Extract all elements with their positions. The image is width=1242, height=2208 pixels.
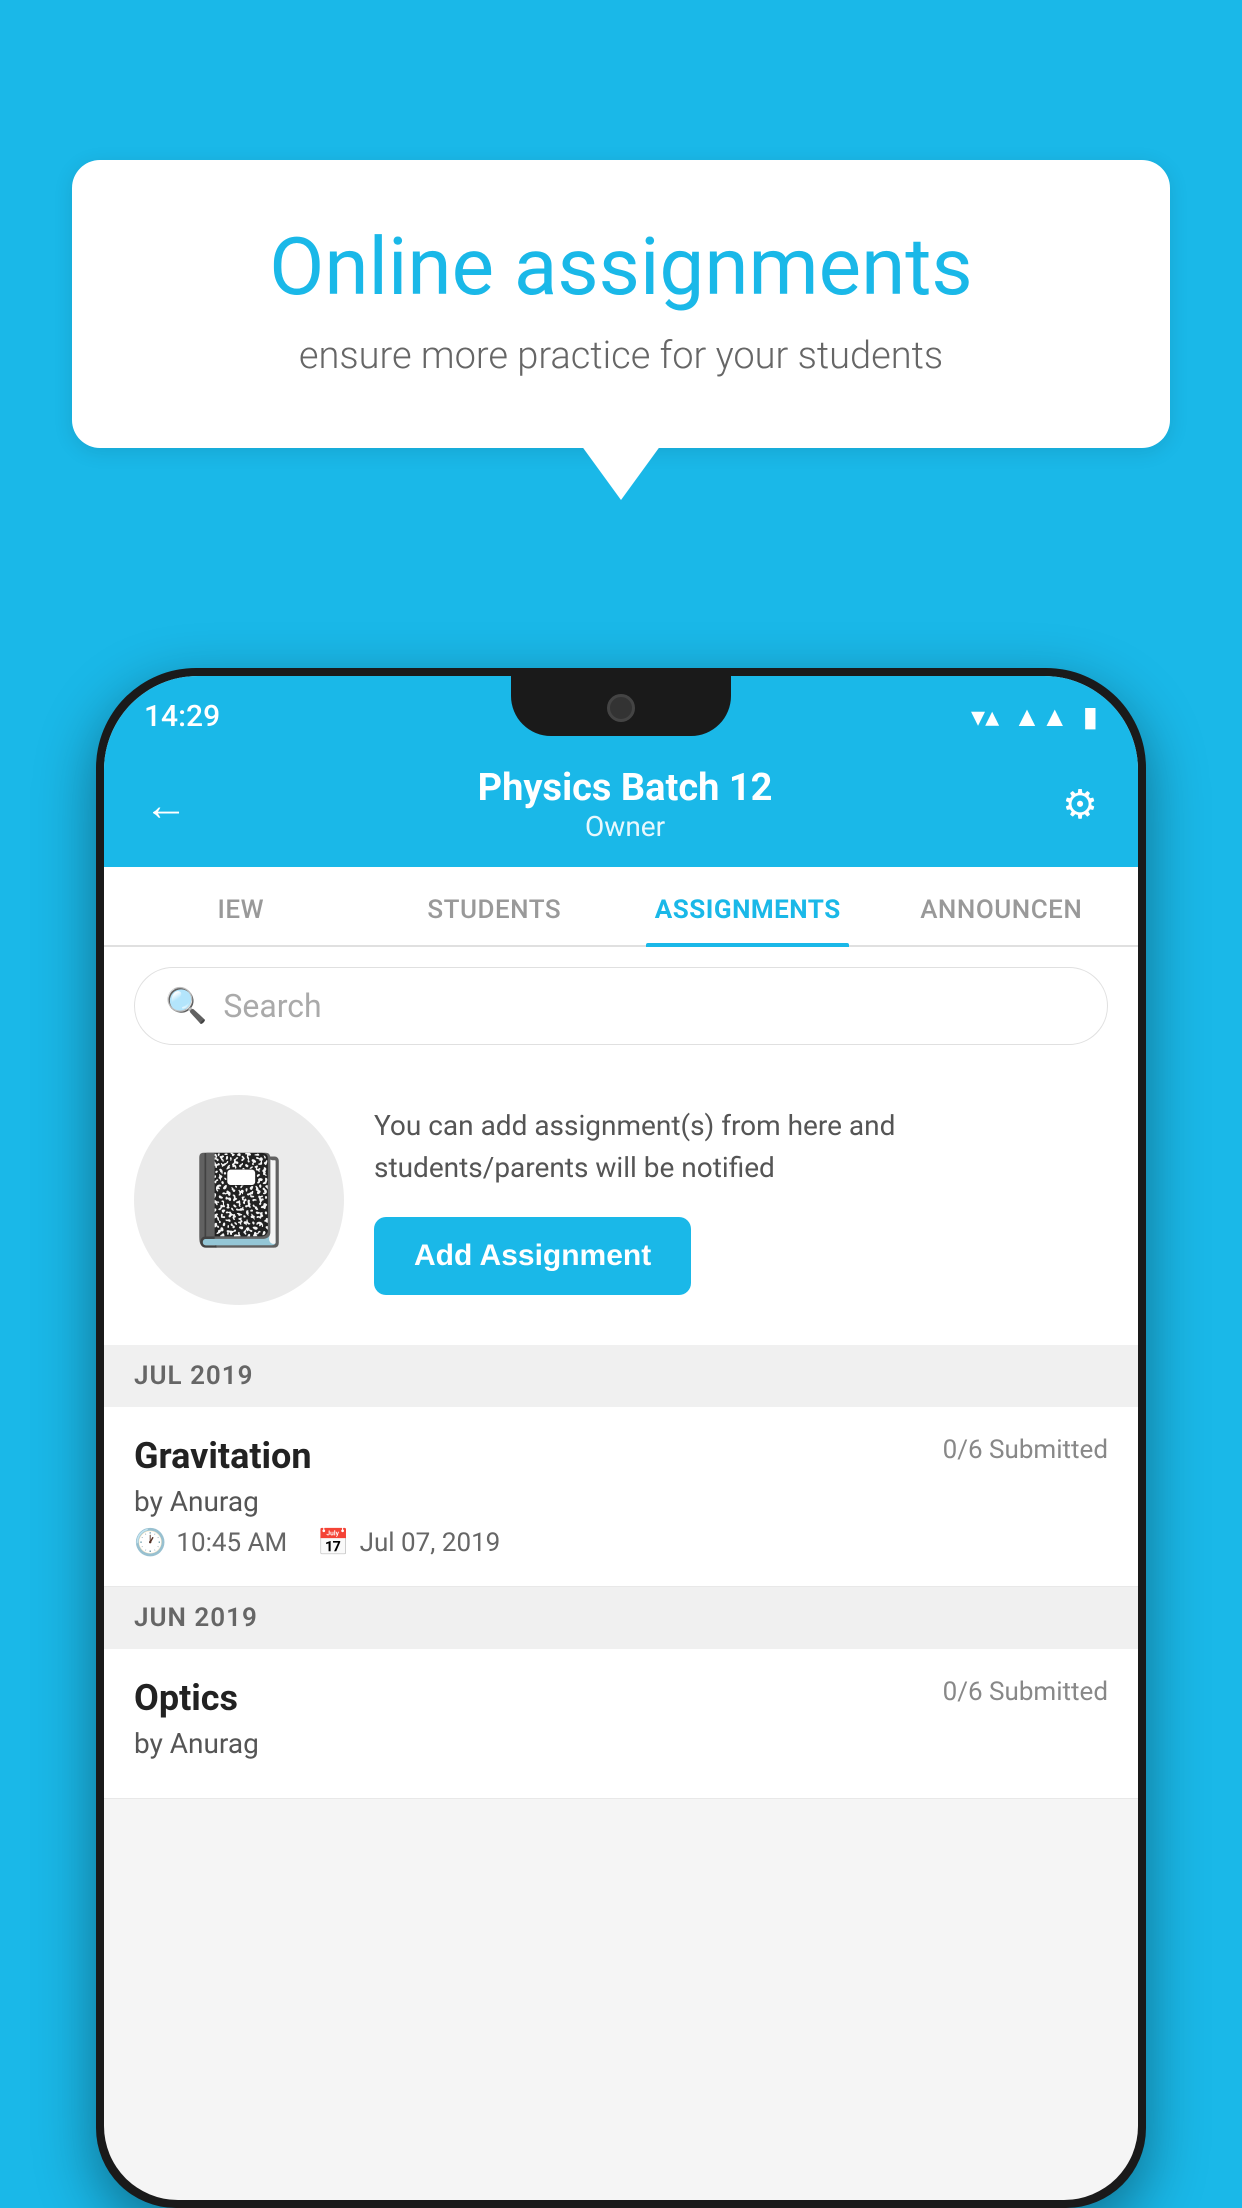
- notch: [511, 676, 731, 736]
- battery-icon: ▮: [1083, 700, 1098, 733]
- info-text-area: You can add assignment(s) from here and …: [374, 1105, 1108, 1295]
- assignment-submitted: 0/6 Submitted: [943, 1435, 1108, 1465]
- status-time: 14:29: [144, 699, 220, 734]
- section-header-jun: JUN 2019: [104, 1587, 1138, 1649]
- speech-bubble: Online assignments ensure more practice …: [72, 160, 1170, 448]
- phone-frame: 14:29 ▾▴ ▲▲ ▮ ← Physics Batch 12 Owner ⚙…: [96, 668, 1146, 2208]
- search-icon: 🔍: [165, 986, 207, 1026]
- status-icons: ▾▴ ▲▲ ▮: [971, 700, 1098, 733]
- assignment-date: Jul 07, 2019: [360, 1528, 501, 1558]
- promo-subtitle: ensure more practice for your students: [142, 334, 1100, 378]
- assignment-item-optics[interactable]: Optics 0/6 Submitted by Anurag: [104, 1649, 1138, 1799]
- notebook-icon: 📓: [183, 1148, 295, 1253]
- time-meta: 🕐 10:45 AM: [134, 1528, 287, 1558]
- header-subtitle: Owner: [478, 810, 773, 843]
- assignment-author-optics: by Anurag: [134, 1727, 1108, 1760]
- tab-assignments[interactable]: ASSIGNMENTS: [621, 867, 875, 945]
- info-description: You can add assignment(s) from here and …: [374, 1105, 1108, 1189]
- back-button[interactable]: ←: [144, 779, 188, 831]
- assignment-title-optics: Optics: [134, 1677, 238, 1719]
- info-card: 📓 You can add assignment(s) from here an…: [104, 1065, 1138, 1345]
- promo-title: Online assignments: [142, 220, 1100, 314]
- clock-icon: 🕐: [134, 1528, 166, 1558]
- signal-icon: ▲▲: [1013, 700, 1068, 733]
- tab-bar: IEW STUDENTS ASSIGNMENTS ANNOUNCEN: [104, 867, 1138, 947]
- assignment-icon-circle: 📓: [134, 1095, 344, 1305]
- assignment-submitted-optics: 0/6 Submitted: [943, 1677, 1108, 1707]
- promo-section: Online assignments ensure more practice …: [72, 160, 1170, 448]
- wifi-icon: ▾▴: [971, 700, 999, 733]
- assignment-item-gravitation[interactable]: Gravitation 0/6 Submitted by Anurag 🕐 10…: [104, 1407, 1138, 1587]
- search-bar[interactable]: 🔍 Search: [134, 967, 1108, 1045]
- date-meta: 📅 Jul 07, 2019: [317, 1528, 500, 1558]
- calendar-icon: 📅: [317, 1528, 349, 1558]
- add-assignment-button[interactable]: Add Assignment: [374, 1217, 691, 1295]
- header-title: Physics Batch 12: [478, 766, 773, 810]
- section-header-jul: JUL 2019: [104, 1345, 1138, 1407]
- assignment-top-row-optics: Optics 0/6 Submitted: [134, 1677, 1108, 1719]
- tab-announcements[interactable]: ANNOUNCEN: [875, 867, 1129, 945]
- search-container: 🔍 Search: [104, 947, 1138, 1065]
- app-header: ← Physics Batch 12 Owner ⚙: [104, 746, 1138, 867]
- assignment-top-row: Gravitation 0/6 Submitted: [134, 1435, 1108, 1477]
- header-title-group: Physics Batch 12 Owner: [478, 766, 773, 843]
- settings-button[interactable]: ⚙: [1062, 781, 1098, 828]
- search-placeholder: Search: [223, 987, 321, 1025]
- assignment-title: Gravitation: [134, 1435, 312, 1477]
- assignment-time: 10:45 AM: [176, 1528, 287, 1558]
- assignment-author: by Anurag: [134, 1485, 1108, 1518]
- phone-screen: 14:29 ▾▴ ▲▲ ▮ ← Physics Batch 12 Owner ⚙…: [104, 676, 1138, 2200]
- assignment-meta: 🕐 10:45 AM 📅 Jul 07, 2019: [134, 1528, 1108, 1558]
- camera: [607, 694, 635, 722]
- tab-students[interactable]: STUDENTS: [368, 867, 622, 945]
- tab-iew[interactable]: IEW: [114, 867, 368, 945]
